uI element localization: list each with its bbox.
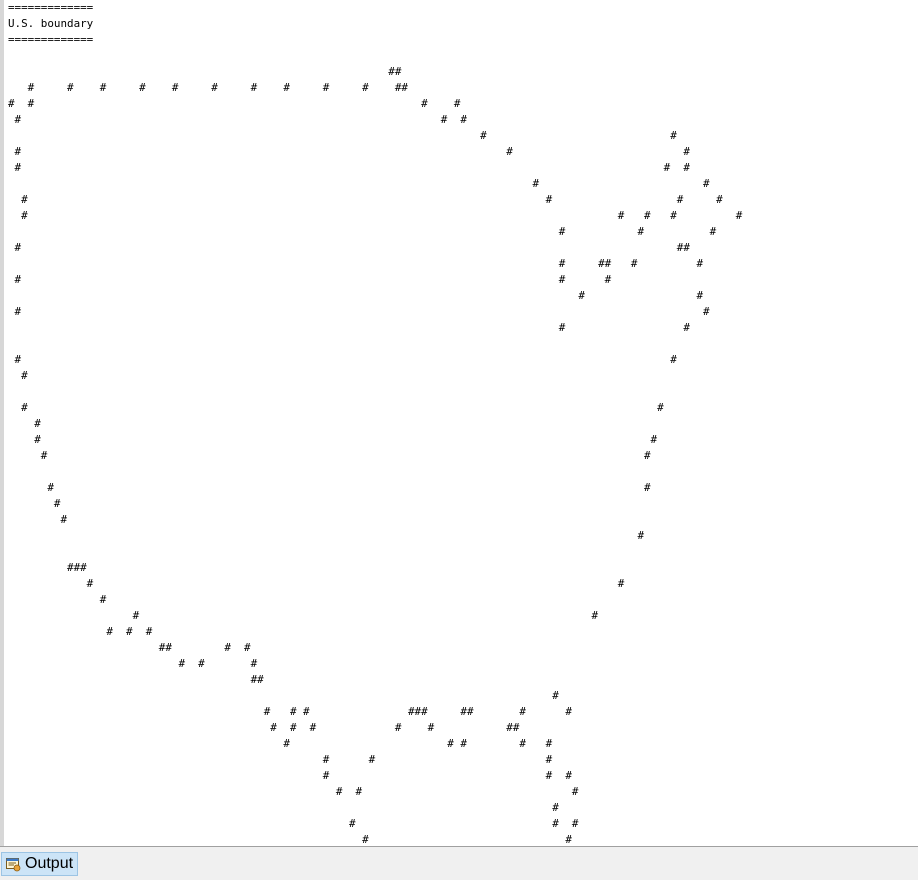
output-tab-label: Output [25,855,74,872]
output-window-icon [5,856,21,872]
output-console[interactable]: ============= U.S. boundary ============… [0,0,918,846]
console-output-text: ============= U.S. boundary ============… [8,1,743,846]
output-tab[interactable]: Output [1,852,79,876]
bottom-panel-bar: Output [0,846,918,880]
